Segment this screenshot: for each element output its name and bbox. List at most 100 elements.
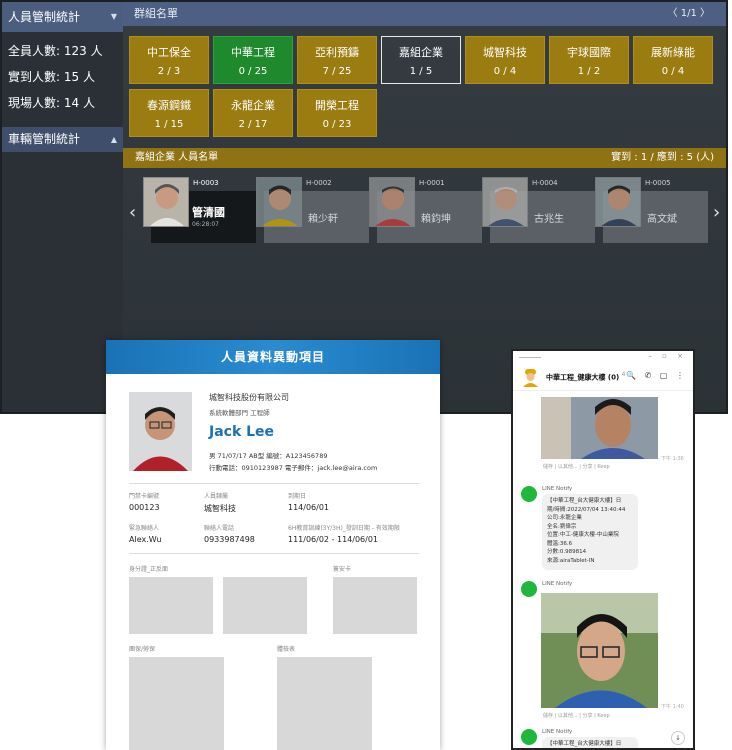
expand-chevron-icon[interactable]: ▲ [111, 127, 117, 152]
field-label: 緊急聯絡人 [129, 525, 160, 532]
group-name: 嘉組企業 [399, 46, 443, 59]
chat-title-text: 中華工程_健康大樓 (0) [546, 373, 620, 382]
person-card[interactable]: H-0005 高文斌 [595, 177, 708, 243]
field-value: Alex.Wu [129, 535, 162, 544]
group-name: 中華工程 [231, 46, 275, 59]
notify-line: 【中華工程_台大健康大樓】日 [547, 498, 622, 504]
notify-message-bubble[interactable]: 【中華工程_台大健康大樓】日 [542, 737, 638, 748]
group-count: 2 / 3 [157, 66, 181, 77]
notify-message-bubble[interactable]: 【中華工程_台大健康大樓】日 期/時間:2022/07/04 13:40:44 … [542, 494, 638, 570]
health-check-image[interactable] [277, 657, 372, 750]
group-tile[interactable]: 永龍企業 2 / 17 [213, 89, 293, 137]
roster-next-arrow-icon[interactable]: › [713, 202, 720, 223]
notify-line: 期/時間:2022/07/04 13:40:44 [547, 506, 626, 513]
group-count: 1 / 5 [409, 66, 433, 77]
line-notify-avatar-icon [521, 729, 537, 745]
arrived-headcount: 實到人數: 15 人 [8, 70, 95, 84]
message-photo[interactable] [541, 593, 658, 708]
total-headcount: 全員人數: 123 人 [8, 44, 103, 58]
group-tile[interactable]: 展新綠能 0 / 4 [633, 36, 713, 84]
line-chat-window: – ▫ × 中華工程_健康大樓 (0) 4 🔍 ✆ ▢ ⋮ 儲存 | 以其他..… [511, 349, 695, 750]
group-name: 宇球國際 [567, 46, 611, 59]
field-value: 111/06/02 - 114/06/01 [288, 535, 379, 544]
field-value: 0933987498 [204, 535, 255, 544]
personnel-stats-title: 人員管制統計 [8, 10, 81, 24]
group-tile[interactable]: 春源鋼鐵 1 / 15 [129, 89, 209, 137]
person-name: 管清國 [192, 206, 225, 219]
divider [129, 483, 419, 484]
person-card[interactable]: H-0002 賴少軒 [256, 177, 369, 243]
group-tile[interactable]: 城智科技 0 / 4 [465, 36, 545, 84]
message-time: 下午 1:40 [661, 704, 684, 710]
notify-line: 全名:劉偉宗 [547, 523, 577, 530]
employee-photo [129, 392, 192, 471]
person-name: 賴鈞坤 [421, 214, 451, 225]
group-panel-title: 群組名單 [134, 7, 178, 20]
group-name: 開榮工程 [315, 99, 359, 112]
window-titlebar: – ▫ × [513, 351, 693, 365]
sender-name: LINE Notify [542, 729, 573, 735]
chat-toolbar[interactable]: 🔍 ✆ ▢ ⋮ [626, 371, 687, 380]
consent-card-label: 簽安卡 [333, 566, 352, 573]
health-check-label: 體檢表 [277, 646, 296, 653]
personnel-stats-header[interactable]: 人員管制統計 ▼ [2, 2, 123, 32]
roster-prev-arrow-icon[interactable]: ‹ [129, 202, 136, 223]
group-tile[interactable]: 中工保全 2 / 3 [129, 36, 209, 84]
field-value: 114/06/01 [288, 503, 330, 512]
divider [519, 357, 541, 358]
message-photo[interactable] [541, 397, 658, 459]
person-name: 高文斌 [647, 214, 677, 225]
field-value: 000123 [129, 503, 160, 512]
card-header: 人員資料異動項目 [106, 340, 440, 374]
group-count: 1 / 15 [154, 119, 184, 130]
divider [129, 553, 419, 554]
insurance-image[interactable] [129, 657, 224, 750]
collapse-chevron-icon[interactable]: ▼ [111, 2, 117, 32]
scroll-down-icon[interactable]: ↓ [671, 731, 685, 745]
window-controls[interactable]: – ▫ × [648, 352, 687, 360]
group-tile[interactable]: 中華工程 0 / 25 [213, 36, 293, 84]
employee-change-card: 人員資料異動項目 城智科技股份有限公司 系統軟體部門 工程師 Jack Lee … [106, 340, 440, 750]
vehicle-stats-header[interactable]: 車輛管制統計 ▲ [2, 127, 123, 152]
roster-header: 嘉組企業 人員名單 實到 : 1 / 應到 : 5 (人) [123, 148, 726, 168]
person-card-active[interactable]: H-0003 管清國 06:28:07 [143, 177, 256, 243]
group-name: 展新綠能 [651, 46, 695, 59]
checkin-time: 06:28:07 [192, 221, 219, 228]
group-tile[interactable]: 開榮工程 0 / 23 [297, 89, 377, 137]
notify-line: 體溫:36.6 [547, 540, 573, 547]
group-tile-selected[interactable]: 嘉組企業 1 / 5 [381, 36, 461, 84]
id-card-back-image[interactable] [223, 577, 307, 634]
group-name: 中工保全 [147, 46, 191, 59]
field-label: 聯絡人電話 [204, 525, 235, 532]
group-pager[interactable]: 〈 1/1 〉 [668, 2, 710, 26]
person-card[interactable]: H-0004 古兆生 [482, 177, 595, 243]
person-photo [143, 177, 189, 227]
id-card-front-image[interactable] [129, 577, 213, 634]
group-count: 0 / 23 [322, 119, 352, 130]
person-photo [595, 177, 641, 227]
consent-card-image[interactable] [333, 577, 417, 634]
chat-header: 中華工程_健康大樓 (0) 4 🔍 ✆ ▢ ⋮ [513, 365, 693, 391]
group-panel-header: 群組名單 〈 1/1 〉 [123, 2, 726, 26]
onsite-headcount: 現場人數: 14 人 [8, 96, 95, 110]
person-id: H-0003 [193, 179, 219, 187]
chat-title: 中華工程_健康大樓 (0) 4 [546, 372, 625, 382]
stats-sidebar: 人員管制統計 ▼ 全員人數: 123 人 實到人數: 15 人 現場人數: 14… [2, 2, 123, 412]
group-avatar-icon [522, 369, 539, 387]
sender-name: LINE Notify [542, 581, 573, 587]
group-count: 2 / 17 [238, 119, 268, 130]
person-card[interactable]: H-0001 賴鈞坤 [369, 177, 482, 243]
group-tile[interactable]: 亞利預鑄 7 / 25 [297, 36, 377, 84]
message-actions[interactable]: 儲存 | 以其他... | 分享 | Keep [543, 463, 610, 470]
group-name: 亞利預鑄 [315, 46, 359, 59]
field-label: 門禁卡編號 [129, 493, 160, 500]
person-photo [256, 177, 302, 227]
employee-department: 系統軟體部門 工程師 [209, 409, 270, 417]
group-count: 0 / 4 [661, 66, 685, 77]
group-tile[interactable]: 宇球國際 1 / 2 [549, 36, 629, 84]
line-notify-avatar-icon [521, 486, 537, 502]
message-actions[interactable]: 儲存 | 以其他... | 分享 | Keep [543, 712, 610, 719]
personnel-stats: 全員人數: 123 人 實到人數: 15 人 現場人數: 14 人 [2, 32, 123, 124]
person-id: H-0005 [645, 179, 671, 187]
field-label: 到期日 [288, 493, 307, 500]
